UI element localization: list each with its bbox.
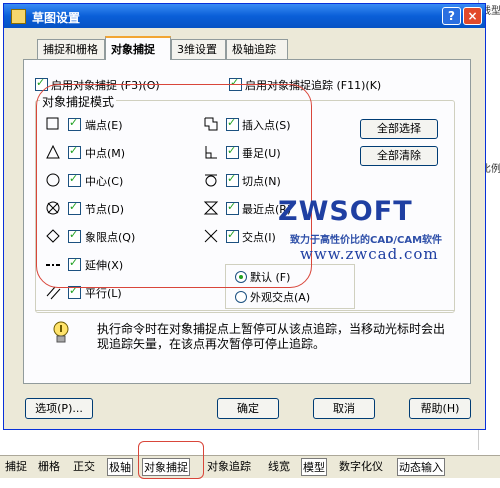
cancel-button[interactable]: 取消: [313, 398, 375, 419]
status-model[interactable]: 模型: [301, 458, 327, 476]
tab-snap-grid[interactable]: 捕捉和栅格: [37, 39, 105, 59]
status-lineweight[interactable]: 线宽: [267, 458, 291, 476]
status-highlight: [138, 441, 204, 479]
status-object-track[interactable]: 对象追踪: [206, 458, 252, 476]
hint-line-2: 现追踪矢量，在该点再次暂停可停止追踪。: [97, 337, 326, 351]
watermark-logo: ZWSOFT: [278, 196, 413, 227]
tab-3d-settings[interactable]: 3维设置: [171, 39, 226, 59]
watermark-tagline: 致力于高性价比的CAD/CAM软件: [290, 235, 443, 246]
tab-polar-tracking[interactable]: 极轴追踪: [226, 39, 288, 59]
close-button[interactable]: ×: [463, 7, 482, 25]
apparent-radio-label: 外观交点(A): [250, 291, 311, 304]
highlight-oval: [36, 84, 312, 288]
status-snap[interactable]: 捕捉: [4, 458, 28, 476]
status-tablet[interactable]: 数字化仪: [338, 458, 384, 476]
status-dynamic-input[interactable]: 动态输入: [397, 458, 445, 476]
title-bar[interactable]: 草图设置 ? ×: [4, 4, 485, 28]
options-button[interactable]: 选项(P)...: [25, 398, 93, 419]
window-title: 草图设置: [32, 11, 81, 25]
clear-all-button[interactable]: 全部清除: [360, 146, 438, 166]
status-ortho[interactable]: 正交: [72, 458, 96, 476]
status-grid[interactable]: 栅格: [37, 458, 61, 476]
select-all-button[interactable]: 全部选择: [360, 119, 438, 139]
watermark-url: www.zwcad.com: [300, 245, 439, 263]
ok-button[interactable]: 确定: [217, 398, 279, 419]
app-icon: [11, 9, 26, 24]
tab-object-snap[interactable]: 对象捕捉: [105, 36, 171, 60]
help-title-button[interactable]: ?: [442, 7, 461, 25]
help-button[interactable]: 帮助(H): [409, 398, 471, 419]
separator: [35, 310, 455, 311]
apparent-radio[interactable]: [235, 291, 247, 303]
lightbulb-icon: [53, 321, 69, 343]
status-polar[interactable]: 极轴: [107, 458, 133, 476]
